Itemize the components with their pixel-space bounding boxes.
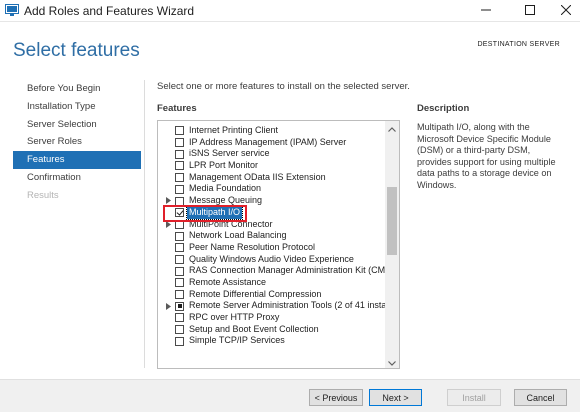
feature-label: IP Address Management (IPAM) Server [189,136,347,147]
feature-row[interactable]: Management OData IIS Extension [158,172,386,184]
feature-label: Setup and Boot Event Collection [189,323,319,334]
instruction-text: Select one or more features to install o… [157,81,410,92]
feature-row[interactable]: Remote Server Administration Tools (2 of… [158,300,389,312]
feature-row[interactable]: LPR Port Monitor [158,160,386,172]
scroll-up-button[interactable] [385,121,399,134]
feature-label: Remote Server Administration Tools (2 of… [189,300,389,311]
chevron-up-icon [388,121,396,135]
feature-label: Quality Windows Audio Video Experience [189,253,354,264]
feature-checkbox[interactable] [175,173,184,183]
feature-checkbox[interactable] [175,325,184,335]
window-title: Add Roles and Features Wizard [24,4,195,18]
feature-checkbox[interactable] [175,313,184,323]
feature-row[interactable]: RAS Connection Manager Administration Ki… [158,265,391,277]
feature-checkbox[interactable] [175,336,184,346]
feature-checkbox[interactable] [175,138,184,148]
nav-item-server-selection[interactable]: Server Selection [13,116,141,134]
feature-row[interactable]: Remote Differential Compression [158,289,386,301]
title-bar: Add Roles and Features Wizard [0,0,580,22]
feature-row[interactable]: Setup and Boot Event Collection [158,324,386,336]
minimize-icon [481,4,491,18]
chevron-down-icon [388,355,396,369]
feature-checkbox[interactable] [175,290,184,300]
feature-checkbox[interactable] [175,278,184,288]
minimize-button[interactable] [468,0,504,22]
description-text: Multipath I/O, along with the Microsoft … [417,122,556,190]
feature-checkbox[interactable] [175,243,184,253]
features-scrollbar[interactable] [385,121,399,368]
feature-checkbox[interactable] [175,231,184,241]
feature-checkbox[interactable] [175,266,184,276]
close-button[interactable] [548,0,580,22]
feature-label: Remote Differential Compression [189,288,322,299]
nav-item-server-roles[interactable]: Server Roles [13,133,141,151]
feature-row[interactable]: RPC over HTTP Proxy [158,312,386,324]
nav-item-confirmation[interactable]: Confirmation [13,169,141,187]
feature-label: Simple TCP/IP Services [189,335,285,346]
feature-label: Peer Name Resolution Protocol [189,241,316,252]
destination-server-label: DESTINATION SERVER [477,41,560,48]
feature-row[interactable]: Peer Name Resolution Protocol [158,242,386,254]
feature-row[interactable]: IP Address Management (IPAM) Server [158,137,386,149]
feature-label: RPC over HTTP Proxy [189,312,280,322]
feature-label: Network Load Balancing [189,230,287,241]
feature-row[interactable]: iSNS Server service [158,148,386,160]
feature-checkbox[interactable] [175,126,184,136]
feature-row[interactable]: Remote Assistance [158,277,386,289]
nav-item-features[interactable]: Features [13,151,141,169]
nav-item-installation-type[interactable]: Installation Type [13,98,141,116]
server-manager-icon [5,4,19,17]
feature-label: Remote Assistance [189,276,267,287]
feature-label: RAS Connection Manager Administration Ki… [189,265,392,276]
scroll-thumb[interactable] [387,187,397,255]
description-heading: Description [417,103,470,114]
feature-label: Media Foundation [189,183,262,194]
feature-label: Management OData IIS Extension [189,171,326,182]
feature-checkbox[interactable] [175,184,184,194]
feature-list: Internet Printing Client IP Address Manag… [158,125,391,347]
feature-checkbox[interactable] [175,254,184,264]
nav-item-before-you-begin[interactable]: Before You Begin [13,80,141,98]
feature-row[interactable]: Internet Printing Client [158,125,386,137]
features-tree[interactable]: Internet Printing Client IP Address Manag… [157,120,400,369]
multipath-highlight-box [163,205,247,222]
nav-item-results: Results [27,189,59,201]
feature-label: iSNS Server service [189,148,270,159]
next-button[interactable]: Next > [369,389,422,406]
features-heading: Features [157,103,197,114]
scroll-down-button[interactable] [385,355,399,368]
maximize-icon [525,4,535,18]
feature-row[interactable]: Media Foundation [158,183,386,195]
feature-checkbox[interactable] [175,301,184,311]
close-icon [560,4,572,18]
feature-checkbox[interactable] [175,149,184,159]
previous-button[interactable]: < Previous [309,389,363,406]
feature-row[interactable]: Network Load Balancing [158,230,386,242]
feature-checkbox[interactable] [175,161,184,171]
feature-label: LPR Port Monitor [189,160,259,171]
wizard-nav: Before You Begin Installation Type Serve… [13,80,141,205]
feature-row[interactable]: Quality Windows Audio Video Experience [158,254,386,266]
install-button: Install [447,389,501,406]
maximize-button[interactable] [512,0,548,22]
expand-arrow-icon[interactable] [164,300,172,312]
nav-divider [144,80,145,368]
feature-label: Internet Printing Client [189,125,279,135]
cancel-button[interactable]: Cancel [514,389,567,406]
feature-row[interactable]: Simple TCP/IP Services [158,335,386,347]
page-title: Select features [13,40,140,61]
